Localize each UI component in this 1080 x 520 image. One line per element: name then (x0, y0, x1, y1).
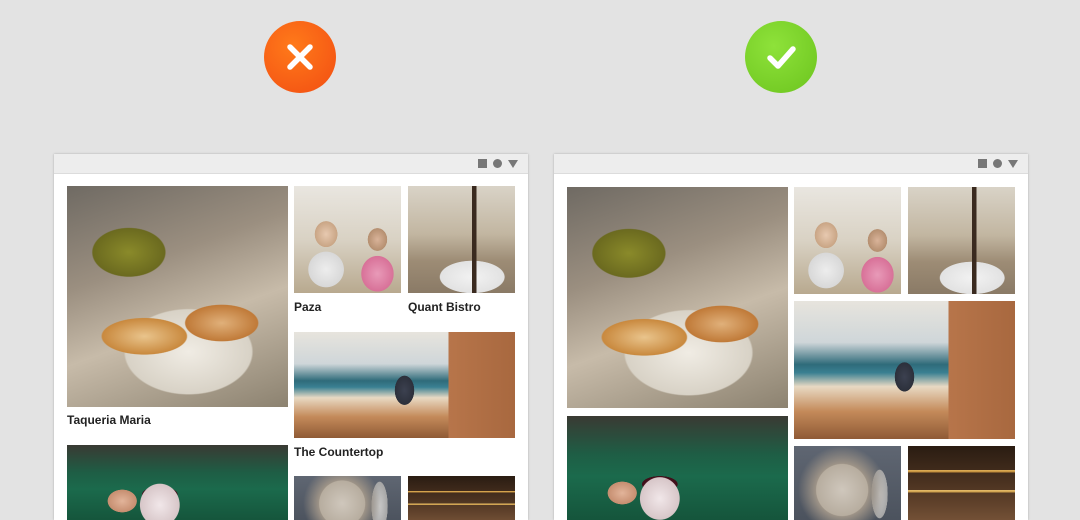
check-badge (745, 21, 817, 93)
countertop-photo[interactable] (294, 332, 515, 438)
lamps-photo[interactable] (908, 446, 1015, 520)
good-example-window (554, 154, 1028, 520)
dot-icon[interactable] (493, 159, 502, 168)
parfait-photo[interactable] (567, 416, 788, 520)
triangle-down-icon[interactable] (1008, 159, 1018, 168)
tacos-photo[interactable] (567, 187, 788, 408)
square-icon[interactable] (978, 159, 987, 168)
tacos-photo[interactable] (67, 186, 288, 407)
window-titlebar (554, 154, 1028, 174)
photo-caption: The Countertop (294, 445, 384, 459)
photo-caption: Quant Bistro (408, 300, 481, 314)
countertop-photo[interactable] (794, 301, 1015, 439)
bistro-photo[interactable] (908, 187, 1015, 294)
paza-photo[interactable] (294, 186, 401, 293)
square-icon[interactable] (478, 159, 487, 168)
paza-photo[interactable] (794, 187, 901, 294)
dot-icon[interactable] (993, 159, 1002, 168)
plate-photo[interactable] (294, 476, 401, 520)
window-titlebar (54, 154, 528, 174)
lamps-photo[interactable] (408, 476, 515, 520)
photo-caption: Paza (294, 300, 322, 314)
bad-example-window: Taqueria Maria Paza Quant Bistro The Cou… (54, 154, 528, 520)
photo-caption: Taqueria Maria (67, 413, 151, 427)
x-icon (287, 44, 313, 70)
checkmark-icon (767, 46, 796, 69)
x-badge (264, 21, 336, 93)
bistro-photo[interactable] (408, 186, 515, 293)
parfait-photo[interactable] (67, 445, 288, 520)
triangle-down-icon[interactable] (508, 159, 518, 168)
plate-photo[interactable] (794, 446, 901, 520)
